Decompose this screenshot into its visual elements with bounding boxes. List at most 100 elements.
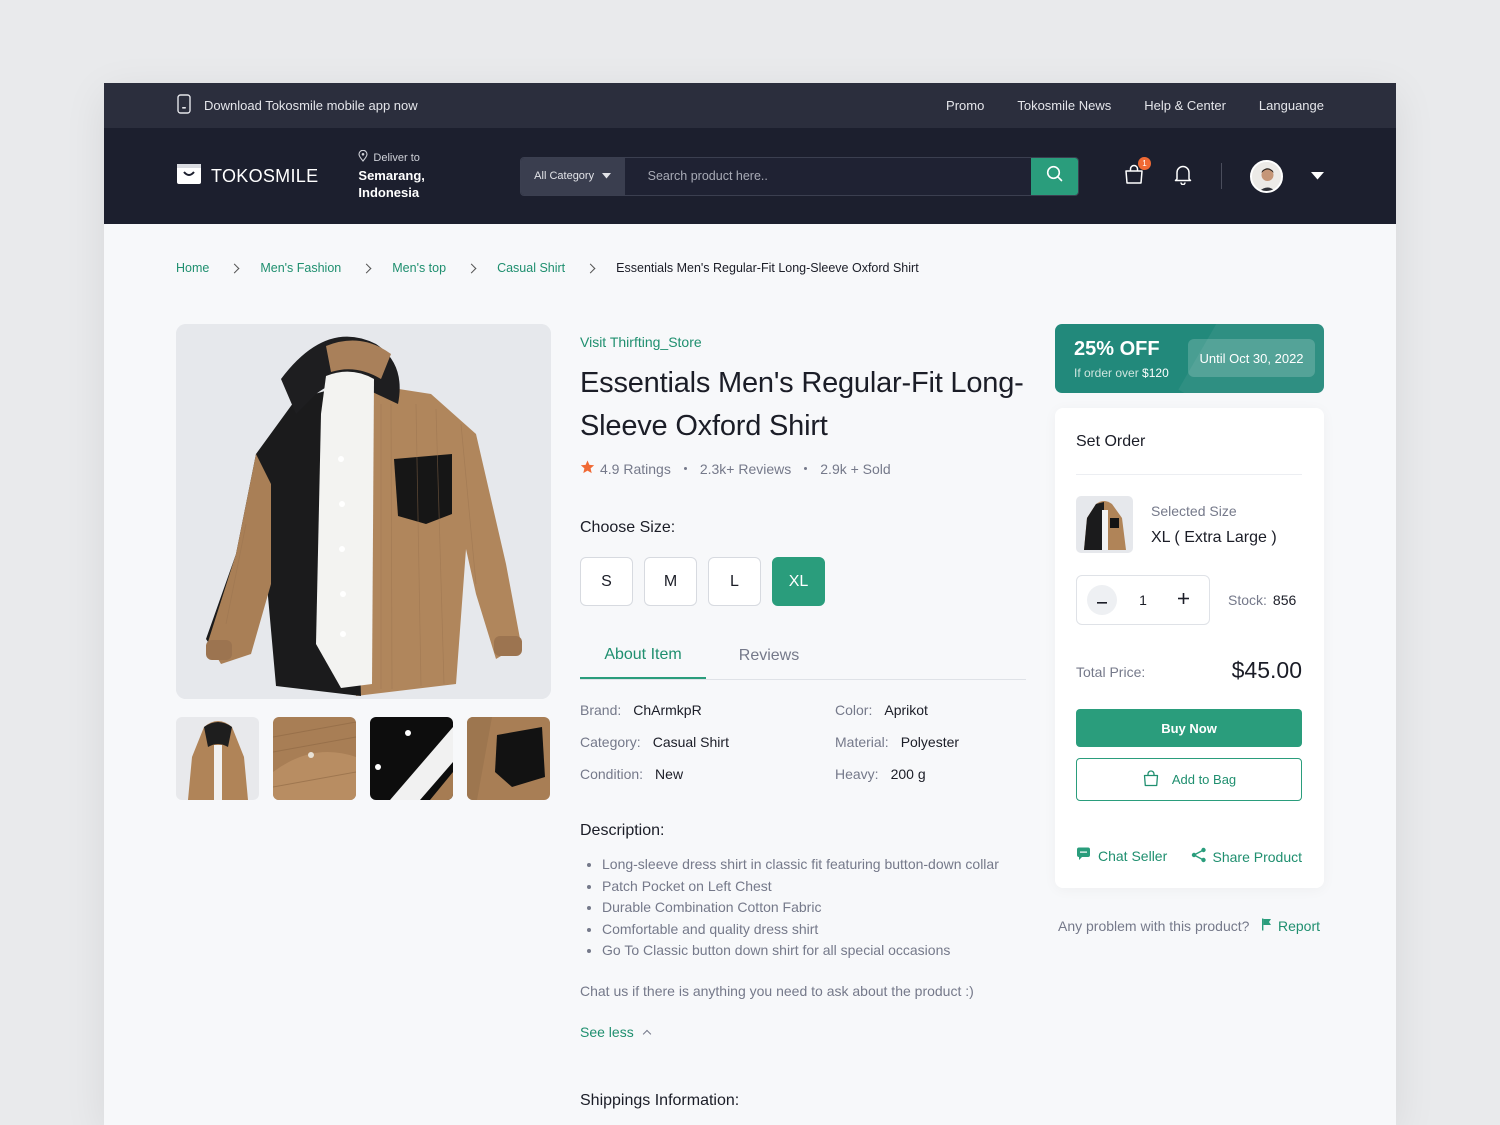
increase-quantity-button[interactable] (1169, 585, 1199, 615)
report-label: Report (1277, 918, 1320, 934)
shopping-bag-icon (1123, 164, 1145, 189)
see-less-toggle[interactable]: See less (580, 1024, 1026, 1040)
visit-store-link[interactable]: Visit Thirfting_Store (580, 334, 1026, 350)
chat-seller-button[interactable]: Chat Seller (1076, 847, 1167, 864)
top-link-help[interactable]: Help & Center (1144, 98, 1226, 113)
bell-icon (1173, 165, 1193, 189)
report-row: Any problem with this product? Report (1058, 918, 1320, 934)
rating-value: 4.9 Ratings (600, 460, 671, 477)
add-to-bag-button[interactable]: Add to Bag (1076, 758, 1302, 801)
quantity-stepper: 1 (1076, 575, 1210, 625)
chat-prompt-text: Chat us if there is anything you need to… (580, 982, 974, 999)
product-title: Essentials Men's Regular-Fit Long-Sleeve… (580, 367, 1024, 442)
total-price-label: Total Price: (1076, 664, 1146, 680)
promo-until-badge: Until Oct 30, 2022 (1188, 339, 1315, 377)
top-link-language[interactable]: Languange (1259, 98, 1324, 113)
spec-label: Material: (835, 734, 889, 750)
thumbnail-strip (176, 717, 550, 800)
top-bar: Download Tokosmile mobile app now Promo … (104, 83, 1396, 128)
description-list: Long-sleeve dress shirt in classic fit f… (580, 854, 1026, 962)
top-links: Promo Tokosmile News Help & Center Langu… (946, 98, 1324, 113)
shopping-bag-icon (1142, 769, 1160, 790)
size-option-xl[interactable]: XL (772, 557, 825, 606)
set-order-card: Set Order Selected Size XL ( Extra Large… (1055, 408, 1324, 888)
phone-icon (176, 94, 192, 117)
spec-label: Heavy: (835, 766, 879, 782)
spec-label: Category: (580, 734, 641, 750)
caret-down-icon (602, 170, 612, 182)
top-link-news[interactable]: Tokosmile News (1017, 98, 1111, 113)
deliver-label: Deliver to (373, 152, 420, 165)
deliver-location: Semarang, Indonesia (358, 167, 425, 201)
spec-category: Casual Shirt (652, 734, 729, 750)
thumbnail-4[interactable] (467, 717, 550, 800)
thumbnail-3[interactable] (370, 717, 453, 800)
category-select[interactable]: All Category (520, 157, 625, 195)
chevron-right-icon (229, 263, 240, 273)
promo-banner[interactable]: 25% OFF If order over $120 Until Oct 30,… (1055, 324, 1324, 393)
quantity-value[interactable]: 1 (1139, 592, 1147, 608)
category-select-value: All Category (534, 170, 595, 182)
download-app-link[interactable]: Download Tokosmile mobile app now (176, 94, 418, 117)
size-option-l[interactable]: L (708, 557, 761, 606)
minus-icon (1097, 591, 1107, 609)
deliver-to[interactable]: Deliver to Semarang, Indonesia (358, 149, 483, 202)
search-input[interactable]: Search product here.. (624, 157, 1031, 195)
star-icon (580, 460, 595, 477)
location-pin-icon (358, 149, 368, 167)
size-option-s[interactable]: S (580, 557, 633, 606)
separator-dot (804, 467, 808, 470)
cart-count-badge: 1 (1138, 156, 1151, 170)
chevron-right-icon (585, 263, 596, 273)
cart-button[interactable]: 1 (1123, 156, 1151, 190)
breadcrumb-home[interactable]: Home (176, 261, 209, 275)
rating-row: 4.9 Ratings 2.3k+ Reviews 2.9k + Sold (580, 460, 1026, 477)
stock-label: Stock: (1228, 592, 1267, 608)
report-question: Any problem with this product? (1058, 918, 1250, 934)
decrease-quantity-button[interactable] (1087, 585, 1117, 615)
review-count: 2.3k+ Reviews (699, 460, 792, 477)
selected-product-thumbnail (1076, 496, 1133, 553)
tab-reviews[interactable]: Reviews (706, 633, 832, 679)
list-item: Durable Combination Cotton Fabric (602, 897, 1026, 919)
spec-color: Aprikot (884, 702, 928, 718)
product-info: Visit Thirfting_Store Essentials Men's R… (580, 324, 1026, 1110)
notification-button[interactable] (1173, 163, 1193, 190)
promo-condition-amount: $120 (1142, 366, 1169, 380)
buy-now-button[interactable]: Buy Now (1076, 709, 1302, 747)
list-item: Long-sleeve dress shirt in classic fit f… (602, 854, 1026, 876)
list-item: Go To Classic button down shirt for all … (602, 940, 1026, 962)
breadcrumb-mens-fashion[interactable]: Men's Fashion (260, 261, 341, 275)
search-button[interactable] (1031, 157, 1078, 195)
tab-about-item[interactable]: About Item (580, 633, 706, 679)
set-order-heading: Set Order (1076, 433, 1146, 450)
shipping-heading: Shippings Information: (580, 1091, 740, 1109)
top-link-promo[interactable]: Promo (946, 98, 984, 113)
list-item: Patch Pocket on Left Chest (602, 876, 1026, 898)
chat-seller-label: Chat Seller (1098, 847, 1168, 864)
breadcrumb-casual-shirt[interactable]: Casual Shirt (497, 261, 565, 275)
download-app-text: Download Tokosmile mobile app now (204, 98, 418, 113)
stock-info: Stock: 856 (1228, 592, 1296, 608)
sold-count: 2.9k + Sold (820, 460, 891, 477)
report-link[interactable]: Report (1261, 918, 1320, 934)
selected-size-value: XL ( Extra Large ) (1151, 529, 1277, 546)
spec-label: Brand: (580, 702, 622, 718)
add-to-bag-label: Add to Bag (1171, 772, 1237, 787)
shop-bag-logo-icon (176, 163, 202, 190)
chevron-right-icon (361, 263, 372, 273)
product-main-image[interactable] (176, 324, 551, 699)
stock-value: 856 (1272, 592, 1297, 608)
size-option-m[interactable]: M (644, 557, 697, 606)
chevron-right-icon (466, 263, 477, 273)
logo[interactable]: TOKOSMILE (176, 163, 318, 190)
share-product-button[interactable]: Share Product (1191, 847, 1302, 866)
app-window: Download Tokosmile mobile app now Promo … (104, 83, 1396, 1125)
breadcrumb-mens-top[interactable]: Men's top (392, 261, 446, 275)
thumbnail-2[interactable] (273, 717, 356, 800)
spec-weight: 200 g (890, 766, 926, 782)
thumbnail-1[interactable] (176, 717, 259, 800)
profile-menu-caret-icon[interactable] (1311, 167, 1324, 185)
avatar[interactable] (1250, 159, 1283, 193)
product-tabs: About Item Reviews (580, 633, 1026, 680)
